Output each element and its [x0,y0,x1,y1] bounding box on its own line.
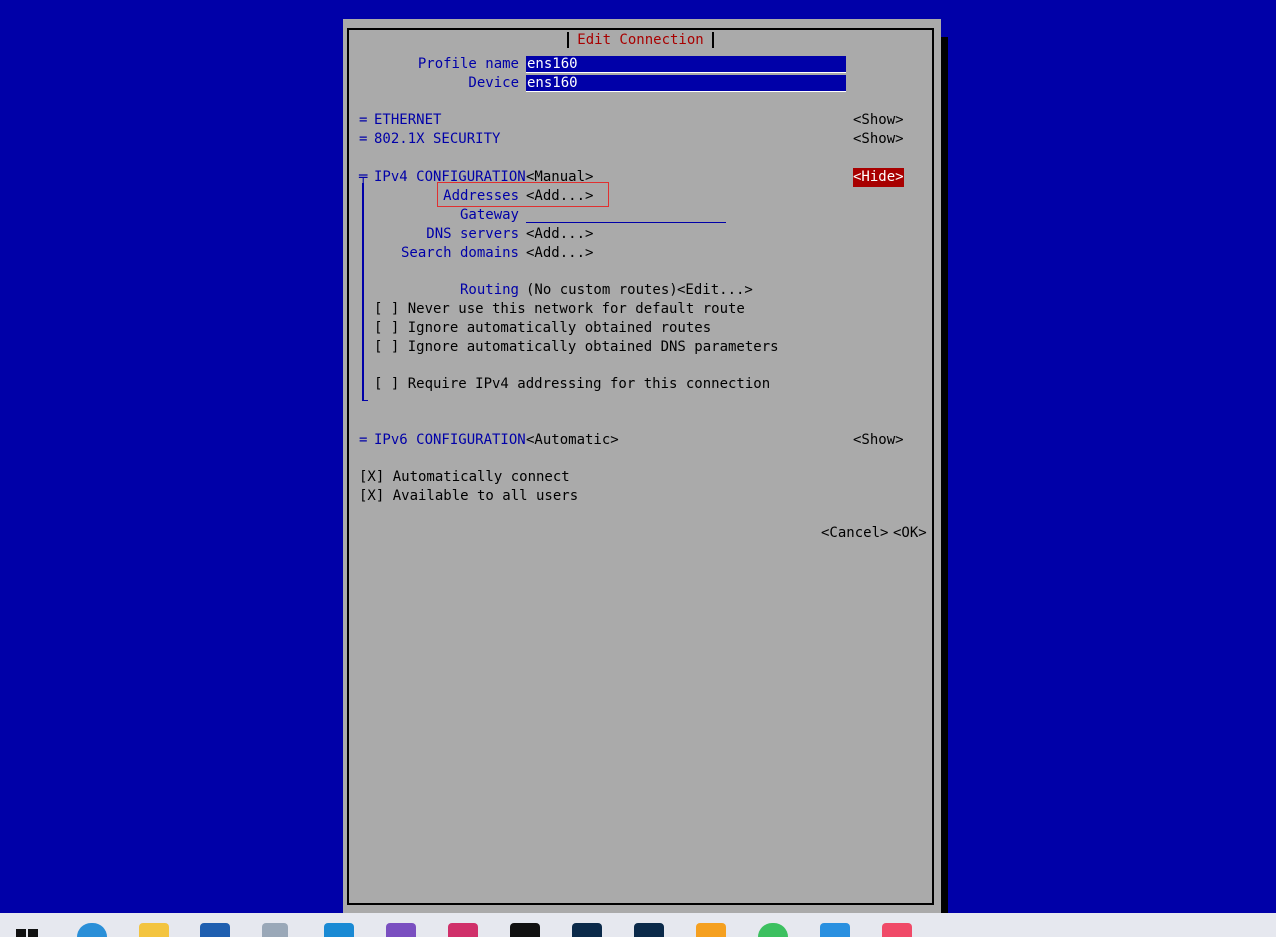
cancel-button[interactable]: <Cancel> [821,524,888,543]
dns-servers-label: DNS servers [426,226,519,242]
vscode-icon[interactable] [324,923,354,937]
edit-connection-dialog: Edit Connection Profile name ens160 Devi… [343,19,941,913]
device-label: Device [468,75,519,91]
never-default-route-checkbox[interactable]: [ ] Never use this network for default r… [374,300,745,319]
ethernet-show-button[interactable]: <Show> [853,111,904,130]
ipv6-marker[interactable]: = [359,431,367,450]
auto-connect-checkbox[interactable]: [X] Automatically connect [359,468,570,487]
all-users-checkbox[interactable]: [X] Available to all users [359,487,578,506]
ignore-dns-checkbox[interactable]: [ ] Ignore automatically obtained DNS pa… [374,338,779,357]
ethernet-label: ETHERNET [374,112,442,128]
require-ipv4-checkbox[interactable]: [ ] Require IPv4 addressing for this con… [374,375,770,394]
routing-edit-button[interactable]: <Edit...> [677,281,753,300]
file-explorer-icon[interactable] [139,923,169,937]
security-show-button[interactable]: <Show> [853,130,904,149]
search-domains-add-button[interactable]: <Add...> [526,244,593,263]
intellij-icon[interactable] [448,923,478,937]
routing-value: (No custom routes) [526,282,678,298]
dialog-title: Edit Connection [567,32,714,48]
dns-servers-add-button[interactable]: <Add...> [526,225,593,244]
visual-studio-icon[interactable] [386,923,416,937]
app-icon[interactable] [262,923,288,937]
ipv4-hide-button[interactable]: <Hide> [853,168,904,187]
gateway-label: Gateway [459,207,519,223]
ipv6-show-button[interactable]: <Show> [853,431,904,450]
ok-button[interactable]: <OK> [893,524,927,543]
wechat-icon[interactable] [758,923,788,937]
app-orange-icon[interactable] [696,923,726,937]
device-field[interactable]: ens160 [526,75,846,92]
routing-label: Routing [459,282,519,298]
photoshop-icon[interactable] [572,923,602,937]
edge-browser-icon[interactable] [77,923,107,937]
windows-start-icon[interactable] [16,929,38,937]
profile-name-field[interactable]: ens160 [526,56,846,73]
terminal-icon[interactable] [510,923,540,937]
music-icon[interactable] [882,923,912,937]
ipv6-label: IPv6 CONFIGURATION [374,432,526,448]
highlight-box [437,182,609,207]
taskbar [0,913,1276,937]
security-marker[interactable]: = [359,130,367,149]
ipv6-mode-select[interactable]: <Automatic> [526,431,619,450]
dialog-frame: Edit Connection [347,28,934,905]
security-label: 802.1X SECURITY [374,131,501,147]
ethernet-marker[interactable]: = [359,111,367,130]
gateway-field[interactable] [526,222,726,223]
app-blue-icon[interactable] [820,923,850,937]
profile-name-label: Profile name [417,56,519,72]
store-icon[interactable] [200,923,230,937]
ignore-routes-checkbox[interactable]: [ ] Ignore automatically obtained routes [374,319,711,338]
search-domains-label: Search domains [400,245,519,261]
lightroom-icon[interactable] [634,923,664,937]
